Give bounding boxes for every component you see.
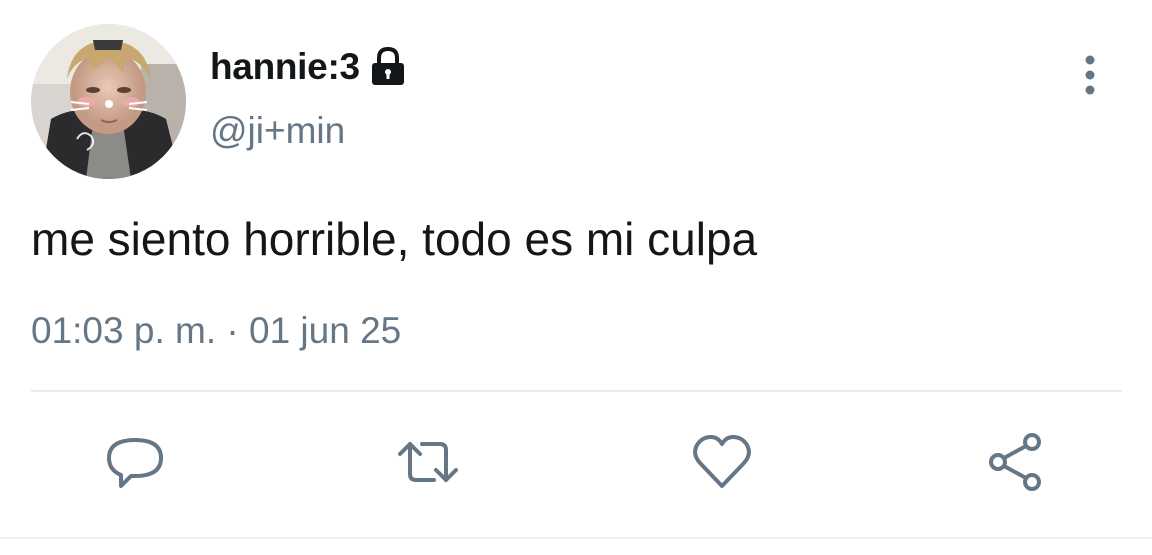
share-button[interactable] — [984, 430, 1048, 494]
retweet-button[interactable] — [396, 430, 460, 494]
divider — [31, 390, 1122, 392]
avatar-image — [31, 24, 186, 179]
tweet-timestamp: 01:03 p. m. · 01 jun 25 — [31, 310, 401, 352]
reply-button[interactable] — [103, 430, 167, 494]
action-bar — [0, 430, 1152, 500]
reply-icon — [107, 438, 163, 488]
tweet-card: hannie:3 @ji+min me siento horrible, tod… — [0, 0, 1152, 555]
like-button[interactable] — [690, 430, 754, 494]
display-name-row: hannie:3 — [210, 44, 407, 90]
meta-separator: · — [226, 310, 239, 351]
more-vertical-icon — [1085, 55, 1095, 95]
lock-icon — [369, 46, 407, 87]
retweet-icon — [398, 442, 458, 482]
heart-icon — [693, 435, 751, 488]
share-icon — [989, 433, 1041, 491]
display-name[interactable]: hannie:3 — [210, 46, 360, 88]
more-options-button[interactable] — [1070, 52, 1110, 100]
username[interactable]: @ji+min — [210, 110, 345, 152]
tweet-time[interactable]: 01:03 p. m. — [31, 310, 216, 351]
tweet-text: me siento horrible, todo es mi culpa — [31, 213, 758, 265]
avatar[interactable] — [31, 24, 186, 179]
bottom-divider — [0, 537, 1152, 539]
tweet-date[interactable]: 01 jun 25 — [249, 310, 401, 351]
